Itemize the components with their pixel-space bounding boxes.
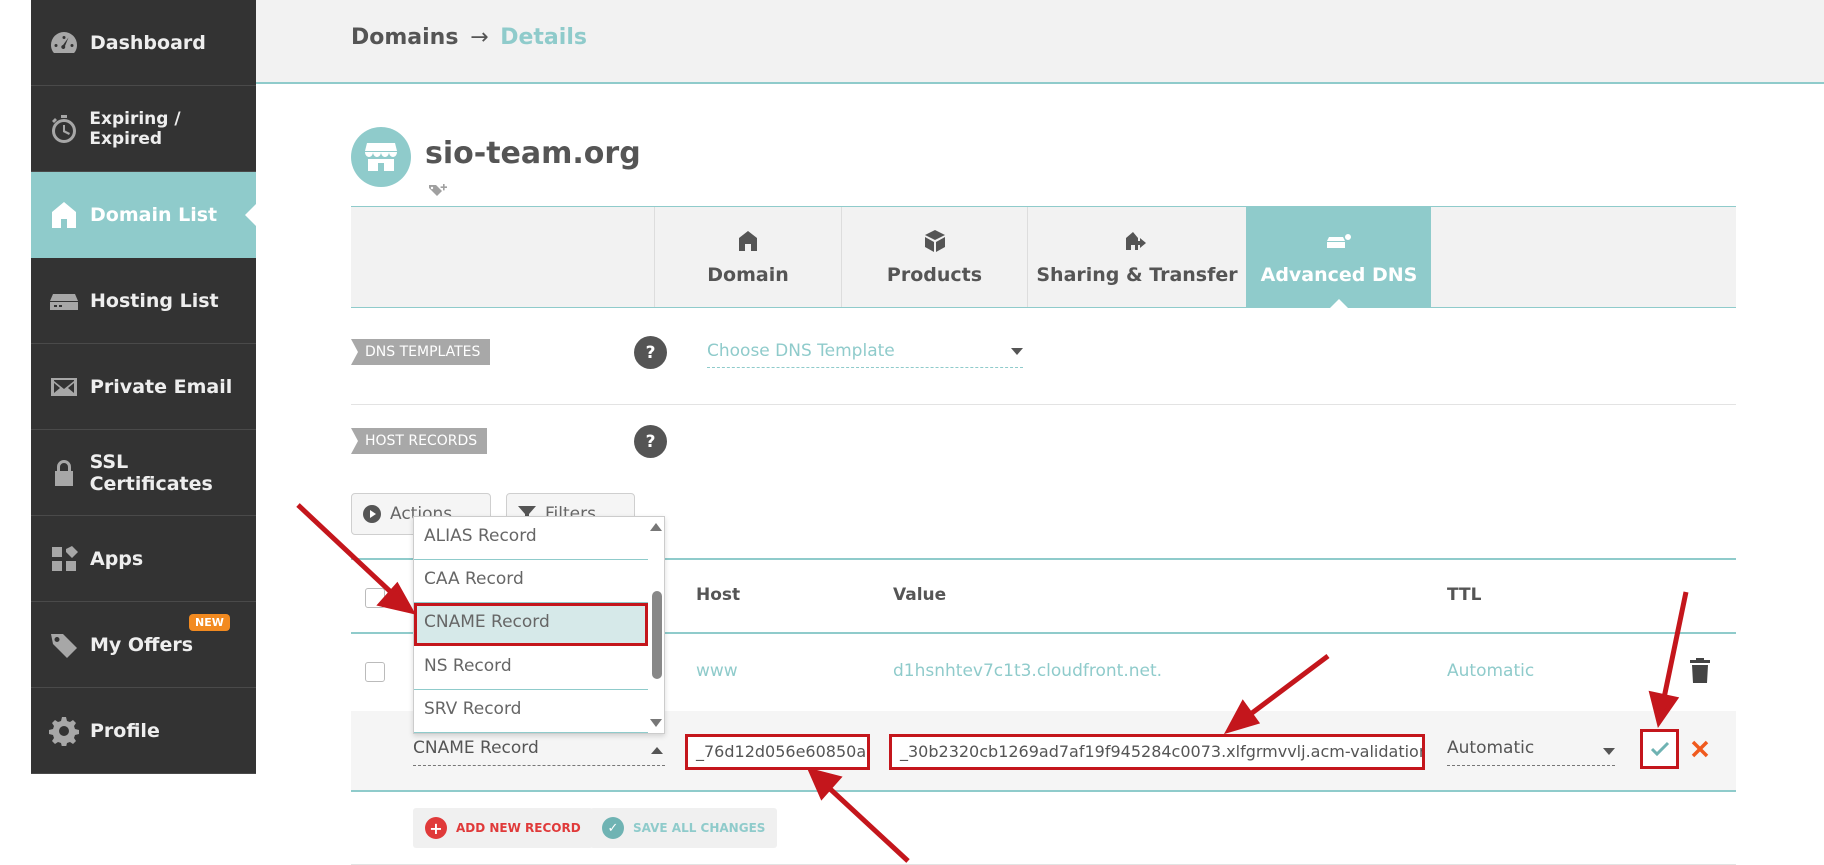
sidebar-item-ssl-certificates[interactable]: SSL Certificates bbox=[31, 430, 256, 516]
chevron-down-icon bbox=[1011, 348, 1023, 355]
sidebar-item-label: Expiring / Expired bbox=[89, 108, 181, 149]
sidebar-item-domain-list[interactable]: Domain List bbox=[31, 172, 256, 258]
add-tag-icon[interactable] bbox=[428, 182, 448, 198]
sidebar-item-label: Domain List bbox=[90, 203, 218, 226]
tab-label: Domain bbox=[707, 264, 789, 286]
sidebar-item-apps[interactable]: Apps bbox=[31, 516, 256, 602]
column-value: Value bbox=[893, 585, 947, 605]
annotation-arrow bbox=[826, 785, 910, 863]
add-new-record-button[interactable]: + ADD NEW RECORD bbox=[413, 808, 593, 848]
breadcrumb: Domains → Details bbox=[351, 25, 587, 50]
select-all-checkbox[interactable] bbox=[365, 588, 385, 608]
chevron-down-icon bbox=[1603, 748, 1615, 755]
value-input[interactable]: _30b2320cb1269ad7af19f945284c0073.xlfgrm… bbox=[889, 734, 1425, 770]
record-host[interactable]: www bbox=[696, 661, 738, 681]
home-icon bbox=[739, 231, 757, 251]
sidebar-item-private-email[interactable]: Private Email bbox=[31, 344, 256, 430]
domain-store-icon bbox=[351, 127, 411, 187]
ttl-select-value: Automatic bbox=[1447, 738, 1535, 758]
sidebar-item-label: My Offers bbox=[90, 633, 194, 656]
new-badge: NEW bbox=[189, 614, 230, 631]
dns-templates-help-button[interactable]: ? bbox=[634, 336, 667, 369]
home-icon bbox=[47, 198, 81, 232]
table-bottom-border bbox=[351, 790, 1736, 792]
dropdown-option[interactable]: ALIAS Record bbox=[414, 517, 648, 560]
annotation-arrowhead bbox=[376, 581, 416, 615]
divider bbox=[351, 404, 1736, 405]
lock-icon bbox=[47, 456, 81, 490]
sidebar-item-hosting-list[interactable]: Hosting List bbox=[31, 258, 256, 344]
dns-template-select-value: Choose DNS Template bbox=[707, 341, 895, 361]
scroll-down-arrow[interactable] bbox=[650, 719, 662, 727]
dns-templates-label: DNS TEMPLATES bbox=[351, 339, 491, 365]
add-new-record-label: ADD NEW RECORD bbox=[456, 821, 581, 835]
sidebar-item-label: Private Email bbox=[90, 375, 233, 398]
save-record-button[interactable] bbox=[1640, 729, 1679, 769]
domain-tabs: Domain Products Sharing & Transfer Advan… bbox=[351, 206, 1736, 308]
tab-advanced-dns[interactable]: Advanced DNS bbox=[1246, 207, 1431, 308]
sidebar-item-profile[interactable]: Profile bbox=[31, 688, 256, 774]
sidebar-item-dashboard[interactable]: Dashboard bbox=[31, 0, 256, 86]
sidebar-item-label: Dashboard bbox=[90, 31, 206, 54]
save-all-changes-label: SAVE ALL CHANGES bbox=[633, 821, 766, 835]
dropdown-option[interactable]: SRV Record bbox=[414, 690, 648, 733]
save-all-changes-button[interactable]: ✓ SAVE ALL CHANGES bbox=[590, 808, 778, 848]
sidebar: Dashboard Expiring / Expired Domain List… bbox=[31, 0, 256, 774]
record-value[interactable]: d1hsnhtev7c1t3.cloudfront.net. bbox=[893, 661, 1162, 681]
tab-label: Sharing & Transfer bbox=[1036, 264, 1238, 286]
annotation-arrow bbox=[1661, 591, 1689, 699]
host-input[interactable]: _76d12d056e60850a bbox=[685, 734, 870, 770]
ttl-select[interactable]: Automatic bbox=[1447, 738, 1615, 766]
tab-products[interactable]: Products bbox=[841, 207, 1027, 307]
transfer-icon bbox=[1126, 232, 1146, 250]
chevron-up-icon bbox=[651, 747, 663, 754]
scrollbar-thumb[interactable] bbox=[652, 591, 662, 679]
tab-label: Products bbox=[886, 264, 983, 286]
row-checkbox[interactable] bbox=[365, 662, 385, 682]
sidebar-item-label: SSL Certificates bbox=[89, 450, 213, 495]
tab-label: Advanced DNS bbox=[1260, 264, 1418, 286]
column-ttl: TTL bbox=[1447, 585, 1482, 605]
dns-template-select[interactable]: Choose DNS Template bbox=[707, 338, 1023, 368]
play-circle-icon bbox=[363, 505, 381, 523]
record-type-select[interactable]: CNAME Record bbox=[413, 738, 665, 766]
breadcrumb-current: Details bbox=[500, 25, 587, 50]
speedometer-icon bbox=[47, 26, 81, 60]
cancel-record-icon[interactable] bbox=[1691, 740, 1709, 758]
dropdown-option[interactable]: CAA Record bbox=[414, 560, 648, 603]
tab-domain[interactable]: Domain bbox=[654, 207, 841, 307]
scroll-up-arrow[interactable] bbox=[650, 523, 662, 531]
record-ttl[interactable]: Automatic bbox=[1447, 661, 1534, 681]
annotation-arrow bbox=[1246, 654, 1330, 718]
host-records-label: HOST RECORDS bbox=[351, 428, 488, 454]
breadcrumb-separator: → bbox=[470, 25, 489, 50]
trash-icon[interactable] bbox=[1688, 656, 1712, 684]
check-circle-icon: ✓ bbox=[602, 817, 624, 839]
record-type-dropdown: ALIAS Record CAA Record CNAME Record NS … bbox=[413, 516, 665, 734]
server-icon bbox=[47, 284, 81, 318]
sidebar-item-label: Apps bbox=[90, 547, 144, 570]
plus-circle-icon: + bbox=[425, 817, 447, 839]
envelope-icon bbox=[47, 370, 81, 404]
sidebar-item-expiring[interactable]: Expiring / Expired bbox=[31, 86, 256, 172]
record-type-select-value: CNAME Record bbox=[413, 738, 539, 758]
column-host: Host bbox=[696, 585, 741, 605]
sidebar-item-label: Profile bbox=[90, 719, 160, 742]
dropdown-option[interactable]: NS Record bbox=[414, 647, 648, 690]
tab-sharing-transfer[interactable]: Sharing & Transfer bbox=[1027, 207, 1246, 307]
checkmark-icon bbox=[1650, 741, 1669, 757]
apps-icon bbox=[47, 542, 81, 576]
host-records-help-button[interactable]: ? bbox=[634, 425, 667, 458]
sidebar-item-label: Hosting List bbox=[90, 289, 219, 312]
domain-title: sio-team.org bbox=[425, 136, 641, 171]
page-header: Domains → Details bbox=[256, 0, 1824, 84]
breadcrumb-domains-link[interactable]: Domains bbox=[351, 25, 458, 50]
dns-icon bbox=[1327, 234, 1351, 248]
tag-icon bbox=[47, 628, 81, 662]
gear-icon bbox=[47, 714, 81, 748]
stopwatch-icon bbox=[47, 112, 80, 146]
dropdown-option-selected[interactable]: CNAME Record bbox=[414, 603, 648, 646]
box-icon bbox=[924, 230, 945, 252]
sidebar-item-my-offers[interactable]: My Offers NEW bbox=[31, 602, 256, 688]
